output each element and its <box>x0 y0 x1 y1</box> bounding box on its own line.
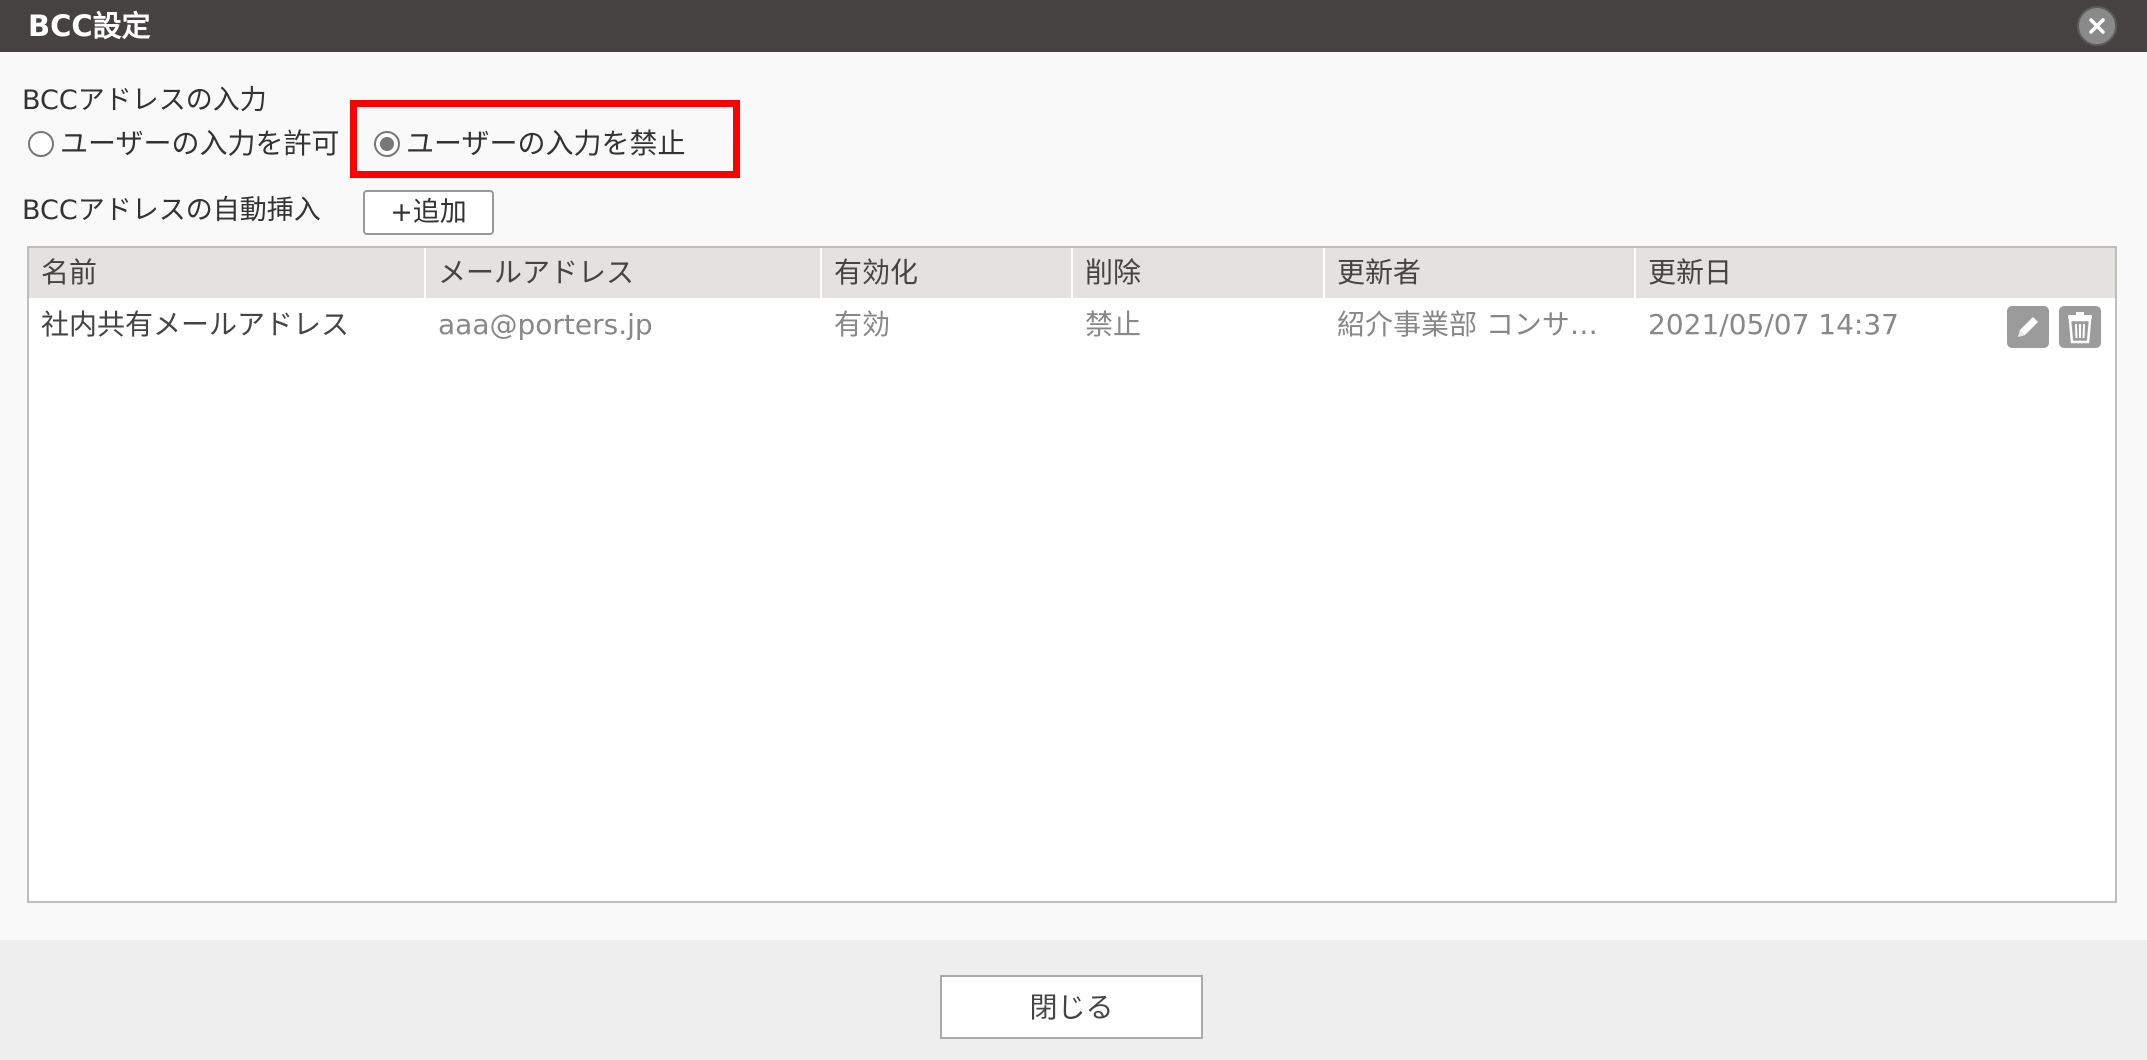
radio-allow-label: ユーザーの入力を許可 <box>60 127 340 160</box>
cell-name: 社内共有メールアドレス <box>41 308 350 341</box>
column-header-name[interactable]: 名前 <box>29 248 426 298</box>
trash-icon[interactable] <box>2059 306 2101 348</box>
cell-email: aaa@porters.jp <box>438 308 653 341</box>
pencil-icon[interactable] <box>2007 306 2049 348</box>
close-button[interactable]: 閉じる <box>940 975 1203 1039</box>
cell-delete: 禁止 <box>1085 308 1142 341</box>
radio-allow-icon[interactable] <box>28 131 54 157</box>
cell-enabled: 有効 <box>834 308 891 341</box>
bcc-address-table: 名前 メールアドレス 有効化 削除 更新者 更新日 社内共有メールアドレス aa… <box>27 246 2117 903</box>
radio-forbid-label: ユーザーの入力を禁止 <box>406 127 686 160</box>
column-header-updated-by[interactable]: 更新者 <box>1325 248 1636 298</box>
close-icon[interactable] <box>2077 6 2117 46</box>
table-header: 名前 メールアドレス 有効化 削除 更新者 更新日 <box>29 248 2115 298</box>
dialog-title: BCC設定 <box>28 9 151 43</box>
column-header-updated-at[interactable]: 更新日 <box>1636 248 2115 298</box>
radio-forbid-user-input[interactable]: ユーザーの入力を禁止 <box>374 126 685 162</box>
bcc-input-label: BCCアドレスの入力 <box>22 85 267 116</box>
dialog-footer: 閉じる <box>0 940 2147 1060</box>
bcc-settings-dialog: BCC設定 BCCアドレスの入力 ユーザーの入力を許可 ユーザーの入力を禁止 B… <box>0 0 2147 1060</box>
add-button[interactable]: +追加 <box>363 190 494 235</box>
radio-allow-user-input[interactable]: ユーザーの入力を許可 <box>28 126 339 162</box>
cell-updated-by: 紹介事業部 コンサ… <box>1337 308 1598 341</box>
table-row[interactable]: 社内共有メールアドレス aaa@porters.jp 有効 禁止 紹介事業部 コ… <box>29 298 2115 352</box>
cell-updated-at: 2021/05/07 14:37 <box>1648 308 1899 341</box>
auto-insert-label: BCCアドレスの自動挿入 <box>22 195 321 226</box>
column-header-email[interactable]: メールアドレス <box>426 248 822 298</box>
title-bar: BCC設定 <box>0 0 2147 52</box>
column-header-enabled[interactable]: 有効化 <box>822 248 1073 298</box>
column-header-delete[interactable]: 削除 <box>1073 248 1325 298</box>
radio-forbid-icon[interactable] <box>374 131 400 157</box>
